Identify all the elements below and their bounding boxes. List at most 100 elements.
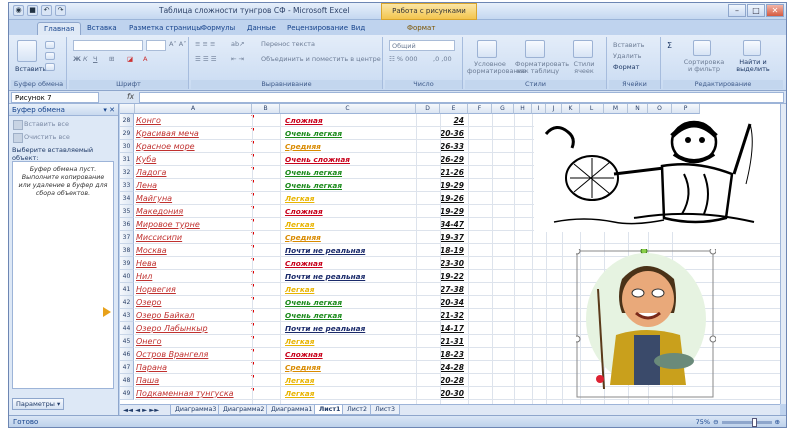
sheet-tab[interactable]: Лист1 <box>314 405 346 415</box>
column-header-j[interactable]: J <box>546 104 562 114</box>
tournament-name-cell[interactable]: Онего <box>136 336 162 347</box>
row-header[interactable]: 49 <box>120 387 134 400</box>
paste-all-button[interactable]: Вставить все <box>12 119 116 130</box>
orientation-icon[interactable]: ab↗ <box>231 40 245 48</box>
zoom-level[interactable]: 75% <box>696 418 710 426</box>
merge-center-button[interactable]: Объединить и поместить в центре <box>261 55 381 63</box>
difficulty-cell[interactable]: Очень сложная <box>285 154 350 165</box>
copy-icon[interactable] <box>45 52 55 60</box>
tab-formulas[interactable]: Формулы <box>195 22 241 35</box>
sort-filter-button[interactable]: Сортировка и фильтр <box>681 59 727 73</box>
cell-styles-icon[interactable] <box>573 40 593 58</box>
column-header-h[interactable]: H <box>514 104 532 114</box>
name-box[interactable]: Рисунок 7 <box>11 92 99 103</box>
options-button[interactable]: Параметры ▾ <box>12 398 64 410</box>
difficulty-cell[interactable]: Легкая <box>285 219 314 230</box>
difficulty-cell[interactable]: Сложная <box>285 349 323 360</box>
clear-all-button[interactable]: Очистить все <box>12 132 116 143</box>
column-header-g[interactable]: G <box>492 104 514 114</box>
difficulty-cell[interactable]: Очень легкая <box>285 297 342 308</box>
format-painter-icon[interactable] <box>45 63 55 71</box>
difficulty-cell[interactable]: Легкая <box>285 388 314 399</box>
row-header[interactable]: 29 <box>120 127 134 140</box>
tournament-name-cell[interactable]: Нева <box>136 258 157 269</box>
tournament-name-cell[interactable]: Паша <box>136 375 159 386</box>
italic-icon[interactable]: К <box>83 55 88 63</box>
maximize-button[interactable]: □ <box>747 4 765 17</box>
tournament-name-cell[interactable]: Майгуна <box>136 193 172 204</box>
conditional-format-button[interactable]: Условное форматирование <box>467 61 526 75</box>
difficulty-cell[interactable]: Очень легкая <box>285 128 342 139</box>
difficulty-cell[interactable]: Почти не реальная <box>285 323 365 334</box>
difficulty-cell[interactable]: Очень легкая <box>285 180 342 191</box>
pane-close-icon[interactable]: ✕ <box>109 106 115 114</box>
column-header-f[interactable]: F <box>468 104 492 114</box>
difficulty-cell[interactable]: Очень легкая <box>285 167 342 178</box>
column-header-l[interactable]: L <box>580 104 604 114</box>
sheet-nav-arrows-icon[interactable]: ◄◄ ◄ ► ►► <box>123 406 159 414</box>
column-header-d[interactable]: D <box>416 104 440 114</box>
column-header-k[interactable]: K <box>562 104 580 114</box>
close-button[interactable]: ✕ <box>766 4 784 17</box>
tournament-name-cell[interactable]: Норвегия <box>136 284 176 295</box>
align-top-icon[interactable]: ≡ ≡ ≡ <box>195 40 215 48</box>
pane-menu-icon[interactable]: ▾ <box>103 106 107 114</box>
worksheet-grid[interactable]: ABCDEFGHIJKLMNOP 28 Конго Сложная 24 29 Краси… <box>120 104 780 404</box>
select-all-corner[interactable] <box>120 104 135 114</box>
font-size-box[interactable] <box>146 40 166 51</box>
column-header-n[interactable]: N <box>628 104 648 114</box>
row-header[interactable]: 42 <box>120 296 134 309</box>
row-header[interactable]: 32 <box>120 166 134 179</box>
difficulty-cell[interactable]: Сложная <box>285 115 323 126</box>
row-header[interactable]: 34 <box>120 192 134 205</box>
find-select-icon[interactable] <box>743 40 761 56</box>
tab-format[interactable]: Формат <box>401 22 441 35</box>
minimize-button[interactable]: – <box>728 4 746 17</box>
row-header[interactable]: 39 <box>120 257 134 270</box>
row-header[interactable]: 38 <box>120 244 134 257</box>
borders-icon[interactable]: ⊞ <box>109 55 114 63</box>
office-button-icon[interactable]: ◉ <box>13 5 24 16</box>
row-header[interactable]: 40 <box>120 270 134 283</box>
paste-icon[interactable] <box>17 40 37 62</box>
currency-icon[interactable]: ☷ % 000 <box>389 55 418 63</box>
align-left-icon[interactable]: ☰ ☰ ☰ <box>195 55 217 63</box>
difficulty-cell[interactable]: Легкая <box>285 284 314 295</box>
save-icon[interactable]: ■ <box>27 5 38 16</box>
difficulty-cell[interactable]: Сложная <box>285 258 323 269</box>
fill-color-icon[interactable]: ◪ <box>127 55 133 63</box>
tournament-name-cell[interactable]: Лена <box>136 180 157 191</box>
column-header-o[interactable]: O <box>648 104 672 114</box>
undo-icon[interactable]: ↶ <box>41 5 52 16</box>
tournament-name-cell[interactable]: Красное море <box>136 141 195 152</box>
fx-icon[interactable]: fx <box>127 92 134 101</box>
zoom-out-icon[interactable]: ⊖ <box>713 418 718 426</box>
caricature-fisherman-image[interactable] <box>576 249 716 399</box>
cut-icon[interactable] <box>45 41 55 49</box>
row-header[interactable]: 44 <box>120 322 134 335</box>
row-header[interactable]: 48 <box>120 374 134 387</box>
tab-data[interactable]: Данные <box>241 22 282 35</box>
tournament-name-cell[interactable]: Парана <box>136 362 167 373</box>
column-header-c[interactable]: C <box>280 104 416 114</box>
row-header[interactable]: 46 <box>120 348 134 361</box>
difficulty-cell[interactable]: Легкая <box>285 336 314 347</box>
tournament-name-cell[interactable]: Озеро Лабынкыр <box>136 323 208 334</box>
bold-icon[interactable]: Ж <box>73 55 81 63</box>
zoom-slider[interactable] <box>721 417 772 427</box>
sort-filter-icon[interactable] <box>693 40 711 56</box>
row-header[interactable]: 31 <box>120 153 134 166</box>
sheet-tab[interactable]: Лист3 <box>370 405 400 415</box>
fishing-cartoon-image[interactable] <box>534 114 780 232</box>
autosum-icon[interactable]: Σ <box>667 41 672 50</box>
formula-input[interactable] <box>139 92 784 103</box>
tournament-name-cell[interactable]: Москва <box>136 245 167 256</box>
column-header-m[interactable]: M <box>604 104 628 114</box>
column-header-b[interactable]: B <box>252 104 280 114</box>
column-header-p[interactable]: P <box>672 104 700 114</box>
zoom-in-icon[interactable]: ⊕ <box>775 418 780 426</box>
cell-styles-button[interactable]: Стили ячеек <box>565 61 603 75</box>
column-header-i[interactable]: I <box>532 104 546 114</box>
tournament-name-cell[interactable]: Мировое турне <box>136 219 200 230</box>
difficulty-cell[interactable]: Средняя <box>285 141 321 152</box>
